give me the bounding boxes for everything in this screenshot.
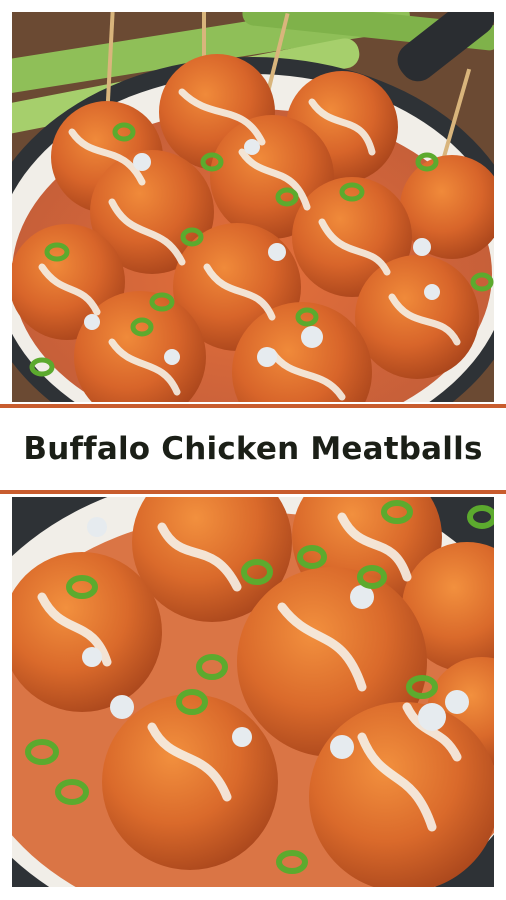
bottom-accent-divider — [0, 490, 506, 494]
bottom-food-photo — [12, 497, 494, 887]
recipe-title: Buffalo Chicken Meatballs — [23, 431, 483, 467]
top-food-photo — [12, 12, 494, 402]
pin-graphic: Buffalo Chicken Meatballs — [0, 0, 506, 900]
top-photo-illustration — [12, 12, 494, 402]
bottom-photo-illustration — [12, 497, 494, 887]
title-band: Buffalo Chicken Meatballs — [0, 408, 506, 490]
